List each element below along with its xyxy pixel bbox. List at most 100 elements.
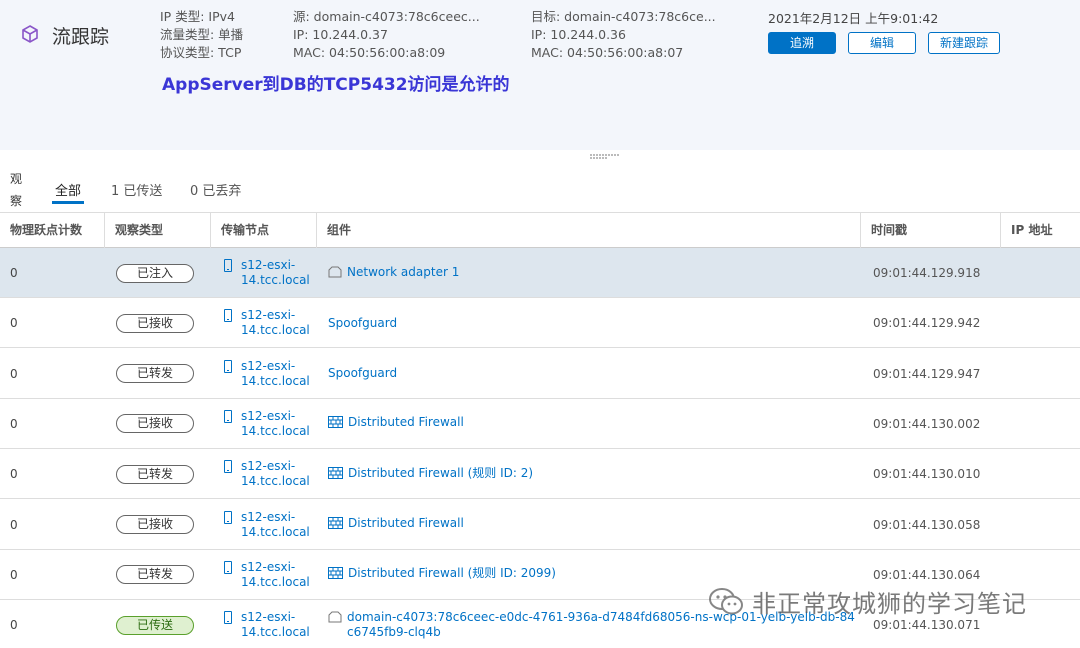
transport-node-link[interactable]: s12-esxi-14.tcc.local	[241, 258, 312, 288]
observation-type: 已转发	[116, 550, 194, 600]
observation-type-badge: 已转发	[116, 565, 194, 585]
hop-count: 0	[10, 618, 18, 633]
transport-node: s12-esxi-14.tcc.local	[222, 500, 312, 550]
table-row[interactable]: 0 已注入 s12-esxi-14.tcc.local Network adap…	[0, 248, 1080, 298]
network-adapter-icon	[328, 611, 342, 627]
hop-count: 0	[10, 467, 18, 482]
destination-ip: IP: 10.244.0.36	[531, 27, 626, 42]
destination-info: 目标: domain-c4073:78c6ce... IP: 10.244.0.…	[531, 8, 716, 62]
observation-type: 已转发	[116, 449, 194, 499]
observation-type-badge: 已接收	[116, 414, 194, 434]
firewall-icon	[328, 567, 343, 583]
host-icon	[224, 259, 232, 272]
timestamp-value: 09:01:44.130.002	[873, 416, 981, 431]
hop-count: 0	[10, 266, 18, 280]
transport-node: s12-esxi-14.tcc.local	[222, 349, 312, 399]
pane-splitter-handle[interactable]	[590, 154, 622, 160]
hop-count: 0	[10, 567, 18, 582]
source-ip: IP: 10.244.0.37	[293, 27, 388, 42]
traffic-type: 流量类型: 单播	[160, 27, 244, 42]
column-ip-address[interactable]: IP 地址	[1000, 213, 1080, 248]
table-row[interactable]: 0 已接收 s12-esxi-14.tcc.local Distributed …	[0, 398, 1080, 449]
column-transport-node[interactable]: 传输节点	[210, 213, 316, 248]
transport-node-link[interactable]: s12-esxi-14.tcc.local	[241, 308, 312, 338]
table-row[interactable]: 0 已接收 s12-esxi-14.tcc.local Distributed …	[0, 499, 1080, 550]
traffic-properties: IP 类型: IPv4 流量类型: 单播 协议类型: TCP	[160, 8, 243, 62]
table-row[interactable]: 0 已传送 s12-esxi-14.tcc.local domain-c4073…	[0, 600, 1080, 648]
host-icon	[224, 359, 232, 373]
timestamp-value: 09:01:44.130.058	[873, 517, 981, 532]
firewall-icon	[328, 416, 343, 432]
active-tab-indicator	[52, 201, 84, 204]
destination-name: 目标: domain-c4073:78c6ce...	[531, 9, 716, 24]
transport-node: s12-esxi-14.tcc.local	[222, 449, 312, 499]
component-link[interactable]: Distributed Firewall	[348, 516, 464, 531]
table-row[interactable]: 0 已转发 s12-esxi-14.tcc.local Distributed …	[0, 549, 1080, 600]
table-header: 物理跃点计数 观察类型 传输节点 组件 时间戳 IP 地址	[0, 212, 1080, 248]
transport-node-link[interactable]: s12-esxi-14.tcc.local	[241, 560, 312, 590]
ip-type: IP 类型: IPv4	[160, 9, 235, 24]
component-link[interactable]: Distributed Firewall	[348, 415, 464, 430]
component: domain-c4073:78c6ceec-e0dc-4761-936a-d74…	[328, 600, 858, 648]
firewall-icon	[328, 517, 343, 533]
component: Network adapter 1	[328, 248, 858, 298]
component-link[interactable]: Spoofguard	[328, 316, 397, 331]
host-icon	[224, 409, 232, 423]
transport-node: s12-esxi-14.tcc.local	[222, 298, 312, 348]
transport-node-link[interactable]: s12-esxi-14.tcc.local	[241, 610, 312, 640]
cube-icon	[22, 25, 38, 43]
observation-type: 已接收	[116, 399, 194, 449]
transport-node-link[interactable]: s12-esxi-14.tcc.local	[241, 459, 312, 489]
tab-all[interactable]: 全部	[55, 180, 81, 199]
component: Distributed Firewall (规则 ID: 2099)	[328, 550, 858, 600]
component-link[interactable]: Distributed Firewall (规则 ID: 2)	[348, 466, 533, 481]
network-adapter-icon	[328, 266, 342, 282]
flow-trace-header: 流跟踪 IP 类型: IPv4 流量类型: 单播 协议类型: TCP 源: do…	[0, 0, 1080, 150]
transport-node: s12-esxi-14.tcc.local	[222, 399, 312, 449]
component-link[interactable]: Spoofguard	[328, 366, 397, 381]
destination-mac: MAC: 04:50:56:00:a8:07	[531, 45, 684, 60]
observation-type: 已接收	[116, 298, 194, 348]
transport-node-link[interactable]: s12-esxi-14.tcc.local	[241, 409, 312, 439]
component: Distributed Firewall (规则 ID: 2)	[328, 449, 858, 499]
column-component[interactable]: 组件	[316, 213, 860, 248]
observation-type: 已转发	[116, 349, 194, 399]
tab-dropped[interactable]: 0 已丢弃	[190, 180, 241, 199]
timestamp-value: 09:01:44.129.947	[873, 366, 981, 381]
trace-timestamp: 2021年2月12日 上午9:01:42	[768, 11, 939, 26]
column-observation-type[interactable]: 观察类型	[104, 213, 210, 248]
hop-count: 0	[10, 316, 18, 331]
edit-button[interactable]: 编辑	[848, 32, 916, 54]
component-link[interactable]: domain-c4073:78c6ceec-e0dc-4761-936a-d74…	[347, 610, 858, 640]
host-icon	[224, 510, 232, 524]
observation-type: 已传送	[116, 600, 194, 648]
hop-count: 0	[10, 366, 18, 381]
observations-label: 观察	[10, 172, 23, 208]
protocol-type: 协议类型: TCP	[160, 45, 242, 60]
table-row[interactable]: 0 已接收 s12-esxi-14.tcc.local Spoofguard 0…	[0, 298, 1080, 349]
firewall-icon	[328, 466, 343, 483]
new-trace-button[interactable]: 新建跟踪	[928, 32, 1000, 54]
timestamp-value: 09:01:44.129.918	[873, 266, 981, 280]
timestamp-value: 09:01:44.130.010	[873, 467, 981, 482]
table-row[interactable]: 0 已转发 s12-esxi-14.tcc.local Spoofguard 0…	[0, 348, 1080, 399]
source-info: 源: domain-c4073:78c6ceec... IP: 10.244.0…	[293, 8, 480, 62]
column-hop-count[interactable]: 物理跃点计数	[0, 213, 104, 248]
tab-delivered[interactable]: 1 已传送	[111, 180, 162, 199]
column-timestamp[interactable]: 时间戳	[860, 213, 1000, 248]
transport-node: s12-esxi-14.tcc.local	[222, 600, 312, 648]
observation-type-badge: 已转发	[116, 464, 194, 484]
table-row[interactable]: 0 已转发 s12-esxi-14.tcc.local Distributed …	[0, 449, 1080, 500]
component: Distributed Firewall	[328, 500, 858, 550]
transport-node-link[interactable]: s12-esxi-14.tcc.local	[241, 510, 312, 540]
host-icon	[224, 309, 232, 323]
observation-type-badge: 已接收	[116, 515, 194, 534]
component: Spoofguard	[328, 349, 858, 399]
host-icon	[224, 560, 232, 574]
transport-node: s12-esxi-14.tcc.local	[222, 248, 312, 298]
component-link[interactable]: Distributed Firewall (规则 ID: 2099)	[348, 566, 556, 581]
retrace-button[interactable]: 追溯	[768, 32, 836, 54]
observation-type-badge: 已传送	[116, 615, 194, 635]
transport-node-link[interactable]: s12-esxi-14.tcc.local	[241, 359, 312, 389]
component-link[interactable]: Network adapter 1	[347, 265, 459, 280]
